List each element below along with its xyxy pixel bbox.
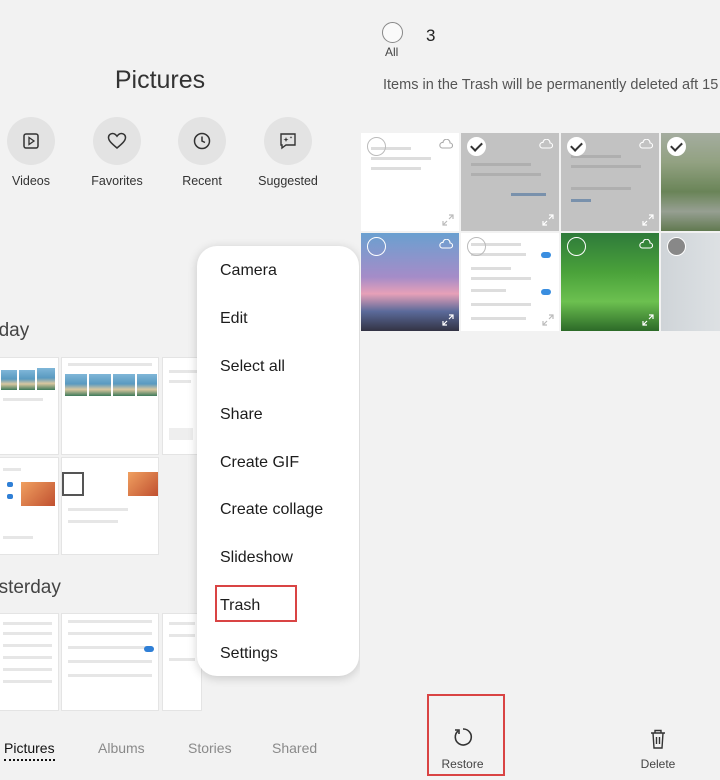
expand-icon[interactable]: [542, 214, 554, 226]
trash-item[interactable]: [361, 233, 459, 331]
bottom-navigation: Pictures Albums Stories Shared: [0, 730, 360, 780]
quick-suggested[interactable]: Suggested: [248, 117, 328, 188]
delete-label: Delete: [640, 757, 676, 771]
expand-icon[interactable]: [442, 314, 454, 326]
cloud-icon: [539, 139, 553, 149]
menu-item-create-gif[interactable]: Create GIF: [220, 454, 299, 472]
photo-thumbnail[interactable]: [0, 357, 59, 455]
sparkle-icon: [264, 117, 312, 165]
menu-item-settings[interactable]: Settings: [220, 645, 278, 663]
selected-count: 3: [426, 26, 436, 45]
nav-albums[interactable]: Albums: [98, 740, 145, 756]
heart-icon: [93, 117, 141, 165]
select-circle[interactable]: [567, 237, 586, 256]
select-all-radio[interactable]: [382, 22, 403, 43]
quick-favorites[interactable]: Favorites: [77, 117, 157, 188]
photo-thumbnail[interactable]: [162, 357, 202, 455]
selected-check-icon[interactable]: [567, 137, 586, 156]
section-yesterday-heading: esterday: [0, 577, 61, 598]
photo-thumbnail[interactable]: [0, 613, 59, 711]
expand-icon[interactable]: [642, 314, 654, 326]
quick-recent[interactable]: Recent: [162, 117, 242, 188]
menu-item-select-all[interactable]: Select all: [220, 358, 285, 376]
photo-thumbnail[interactable]: [0, 457, 59, 555]
expand-icon[interactable]: [442, 214, 454, 226]
trash-highlight-box: [215, 585, 297, 622]
trash-item[interactable]: [561, 233, 659, 331]
select-circle[interactable]: [467, 237, 486, 256]
cloud-icon: [439, 139, 453, 149]
photo-thumbnail[interactable]: [162, 613, 202, 711]
selected-check-icon[interactable]: [667, 137, 686, 156]
trash-item[interactable]: [361, 133, 459, 231]
select-all-label: All: [385, 45, 399, 59]
menu-item-edit[interactable]: Edit: [220, 310, 248, 328]
menu-item-slideshow[interactable]: Slideshow: [220, 549, 293, 567]
delete-button[interactable]: Delete: [632, 728, 684, 771]
section-today-heading: oday: [0, 320, 30, 341]
cloud-icon: [639, 239, 653, 249]
play-icon: [7, 117, 55, 165]
expand-icon[interactable]: [642, 214, 654, 226]
cloud-icon: [439, 239, 453, 249]
select-circle[interactable]: [667, 237, 686, 256]
quick-videos[interactable]: Videos: [0, 117, 71, 188]
trash-notice: Items in the Trash will be permanently d…: [383, 77, 720, 93]
trash-item-selected[interactable]: [661, 133, 720, 231]
clock-icon: [178, 117, 226, 165]
trash-icon: [651, 729, 665, 749]
trash-item[interactable]: [661, 233, 720, 331]
select-circle[interactable]: [367, 237, 386, 256]
photo-thumbnail[interactable]: [61, 613, 159, 711]
trash-item-selected[interactable]: [561, 133, 659, 231]
menu-item-share[interactable]: Share: [220, 406, 263, 424]
nav-pictures[interactable]: Pictures: [4, 740, 55, 761]
select-circle[interactable]: [367, 137, 386, 156]
menu-item-create-collage[interactable]: Create collage: [220, 501, 323, 519]
expand-icon[interactable]: [542, 314, 554, 326]
trash-item-selected[interactable]: [461, 133, 559, 231]
photo-thumbnail[interactable]: [61, 457, 159, 555]
nav-shared[interactable]: Shared: [272, 740, 317, 756]
cloud-icon: [639, 139, 653, 149]
selected-check-icon[interactable]: [467, 137, 486, 156]
photo-thumbnail[interactable]: [61, 357, 159, 455]
restore-highlight-box: [427, 694, 505, 776]
menu-item-camera[interactable]: Camera: [220, 262, 277, 280]
trash-item[interactable]: [461, 233, 559, 331]
page-title: Pictures: [114, 66, 206, 94]
trash-panel: All 3 Items in the Trash will be permane…: [360, 0, 720, 780]
nav-stories[interactable]: Stories: [188, 740, 232, 756]
